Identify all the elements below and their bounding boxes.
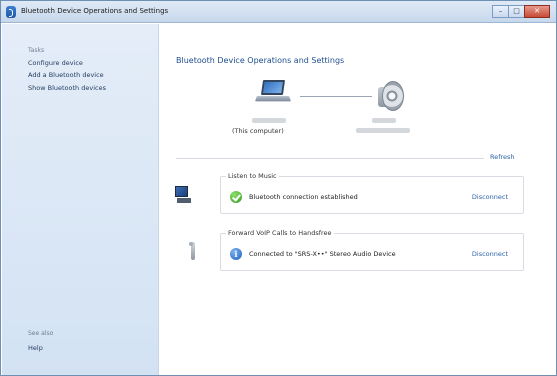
service-group-music: Listen to Music Bluetooth connection est… <box>220 172 524 214</box>
task-sidebar: Tasks Configure device Add a Bluetooth d… <box>2 24 159 375</box>
service-group-voip: Forward VoIP Calls to Handsfree i Connec… <box>220 229 524 271</box>
group-label: Listen to Music <box>226 172 279 180</box>
disconnect-music-link[interactable]: Disconnect <box>472 193 508 201</box>
sidebar-item-add-device[interactable]: Add a Bluetooth device <box>28 71 104 79</box>
sidebar-item-show-devices[interactable]: Show Bluetooth devices <box>28 84 106 92</box>
bluetooth-settings-window: Bluetooth Device Operations and Settings… <box>0 0 557 376</box>
group-label: Forward VoIP Calls to Handsfree <box>226 229 334 237</box>
device-address-redacted <box>356 128 410 133</box>
window-title: Bluetooth Device Operations and Settings <box>21 7 169 15</box>
refresh-link[interactable]: Refresh <box>490 153 515 161</box>
handsfree-icon <box>188 242 198 262</box>
section-divider <box>176 158 484 159</box>
maximize-button[interactable]: □ <box>508 5 525 18</box>
device-name-redacted <box>372 118 396 123</box>
computer-audio-icon <box>175 186 191 204</box>
checkmark-icon <box>230 191 242 203</box>
sidebar-item-configure-device[interactable]: Configure device <box>28 59 83 67</box>
tasks-heading: Tasks <box>28 47 45 54</box>
computer-name-redacted <box>252 118 286 123</box>
main-content: Bluetooth Device Operations and Settings… <box>160 24 556 375</box>
disconnect-voip-link[interactable]: Disconnect <box>472 250 508 258</box>
connection-line <box>300 96 372 97</box>
minimize-button[interactable]: – <box>492 5 509 18</box>
window-controls: – □ ✕ <box>492 5 550 18</box>
bluetooth-icon <box>6 6 16 18</box>
page-title: Bluetooth Device Operations and Settings <box>176 56 345 65</box>
see-also-heading: See also <box>28 330 54 337</box>
speaker-icon <box>370 81 404 113</box>
computer-icon <box>254 80 292 108</box>
close-button[interactable]: ✕ <box>524 5 550 18</box>
computer-caption: (This computer) <box>232 127 284 135</box>
sidebar-item-help[interactable]: Help <box>28 344 43 352</box>
status-text: Connected to "SRS-X••" Stereo Audio Devi… <box>249 250 396 258</box>
title-bar[interactable]: Bluetooth Device Operations and Settings… <box>1 1 556 23</box>
info-icon: i <box>230 248 242 260</box>
status-text: Bluetooth connection established <box>249 193 358 201</box>
